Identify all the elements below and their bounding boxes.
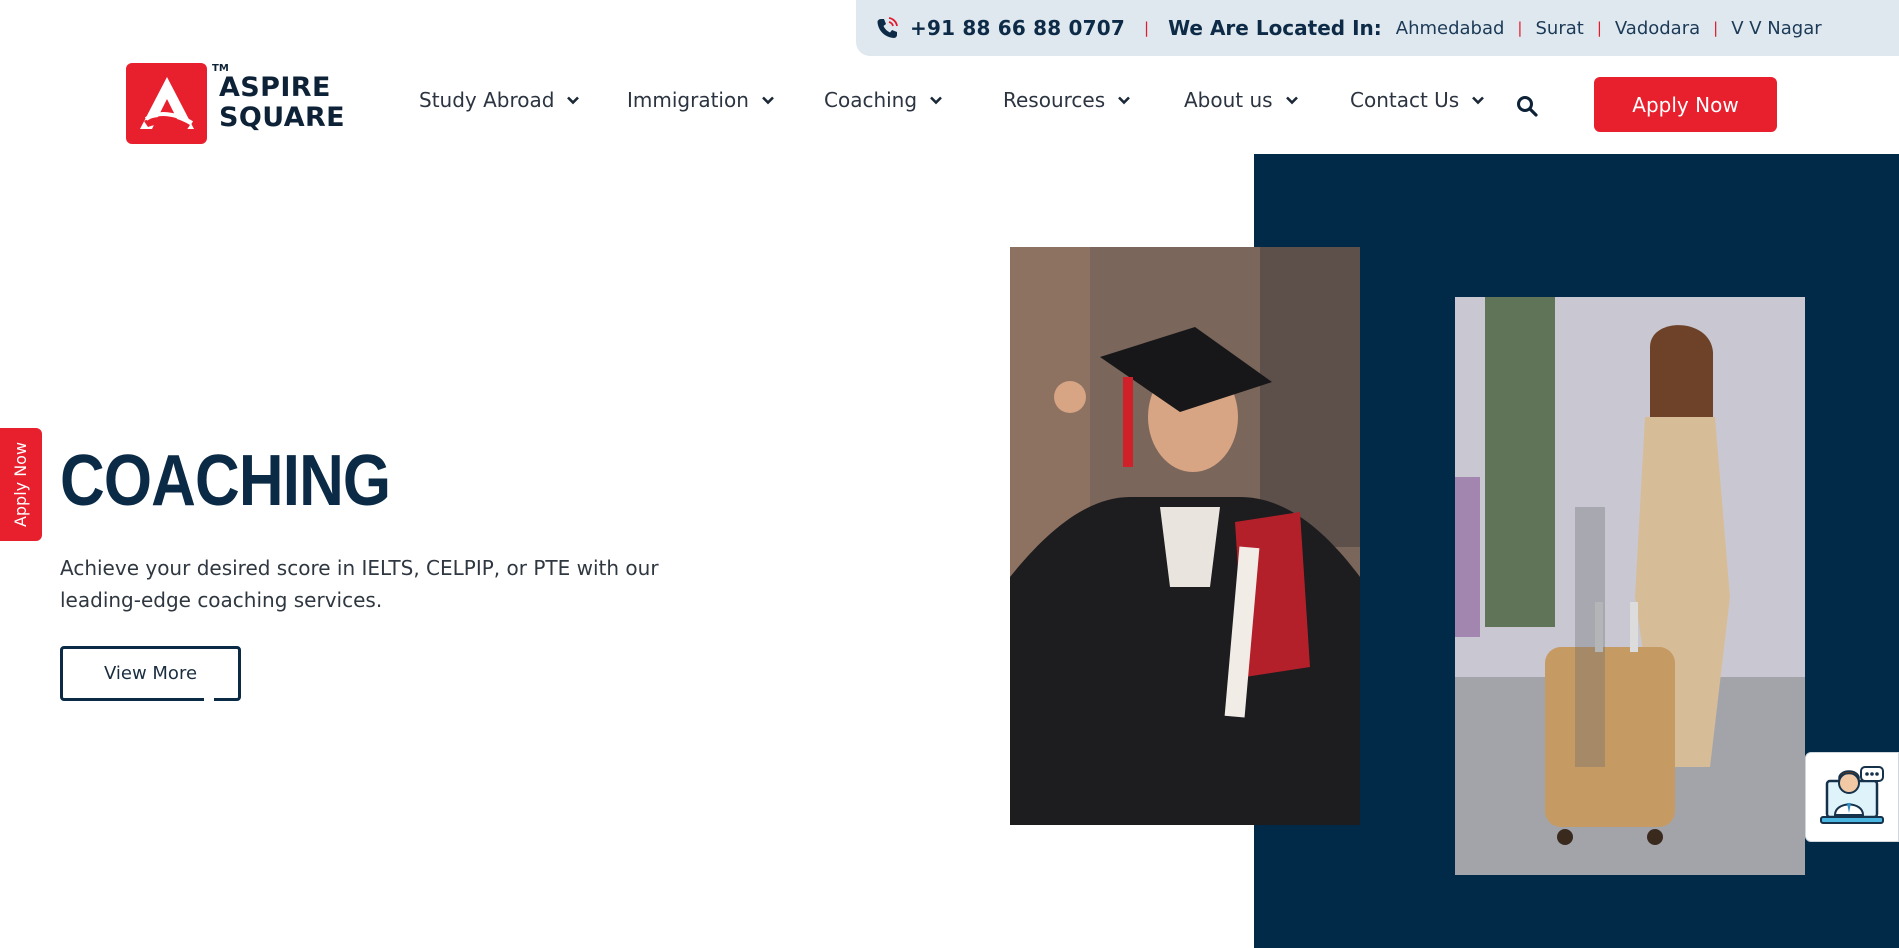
- graduate-photo: [1010, 247, 1360, 825]
- nav-item-immigration[interactable]: Immigration: [627, 88, 775, 112]
- chevron-down-icon: [1117, 93, 1131, 107]
- view-more-button[interactable]: View More: [60, 646, 241, 701]
- nav-item-label: About us: [1184, 88, 1273, 112]
- search-icon[interactable]: [1516, 95, 1538, 117]
- nav-item-label: Resources: [1003, 88, 1106, 112]
- apply-now-button[interactable]: Apply Now: [1594, 77, 1777, 132]
- logo-line-1: ASPIRE: [219, 72, 331, 103]
- separator: |: [1596, 19, 1602, 37]
- nav-item-label: Immigration: [627, 88, 749, 112]
- nav-item-coaching[interactable]: Coaching: [824, 88, 943, 112]
- phone-number-link[interactable]: +91 88 66 88 0707: [910, 16, 1125, 40]
- city-link-vadodara[interactable]: Vadodara: [1615, 18, 1700, 39]
- chevron-down-icon: [1285, 93, 1299, 107]
- logo-mark: [126, 63, 207, 144]
- logo-line-2: SQUARE: [219, 102, 346, 133]
- nav-item-about-us[interactable]: About us: [1184, 88, 1299, 112]
- chat-widget[interactable]: [1805, 752, 1899, 842]
- location-label: We Are Located In:: [1168, 16, 1382, 40]
- contact-info-bar: +91 88 66 88 0707 | We Are Located In: A…: [856, 0, 1899, 56]
- city-link-vv-nagar[interactable]: V V Nagar: [1731, 18, 1821, 39]
- city-link-surat[interactable]: Surat: [1535, 18, 1583, 39]
- traveler-photo: [1455, 297, 1805, 875]
- nav-item-label: Study Abroad: [419, 88, 555, 112]
- separator: |: [1144, 19, 1150, 37]
- chevron-down-icon: [761, 93, 775, 107]
- trademark-label: TM: [212, 63, 229, 74]
- chevron-down-icon: [1471, 93, 1485, 107]
- chat-agent-icon: [1820, 766, 1884, 824]
- hero-title: COACHING: [60, 441, 391, 521]
- nav-item-resources[interactable]: Resources: [1003, 88, 1131, 112]
- city-link-ahmedabad[interactable]: Ahmedabad: [1396, 18, 1505, 39]
- nav-item-label: Contact Us: [1350, 88, 1460, 112]
- separator: |: [1713, 19, 1719, 37]
- side-apply-now-tab[interactable]: Apply Now: [0, 428, 42, 541]
- chevron-down-icon: [566, 93, 580, 107]
- chevron-down-icon: [929, 93, 943, 107]
- phone-icon: [874, 15, 900, 41]
- nav-item-study-abroad[interactable]: Study Abroad: [419, 88, 580, 112]
- side-apply-label: Apply Now: [11, 441, 31, 528]
- separator: |: [1517, 19, 1523, 37]
- nav-item-contact-us[interactable]: Contact Us: [1350, 88, 1485, 112]
- site-logo[interactable]: TM ASPIRE SQUARE: [126, 63, 345, 144]
- logo-wordmark: ASPIRE SQUARE: [219, 73, 345, 133]
- hero-description: Achieve your desired score in IELTS, CEL…: [60, 556, 659, 612]
- nav-item-label: Coaching: [824, 88, 918, 112]
